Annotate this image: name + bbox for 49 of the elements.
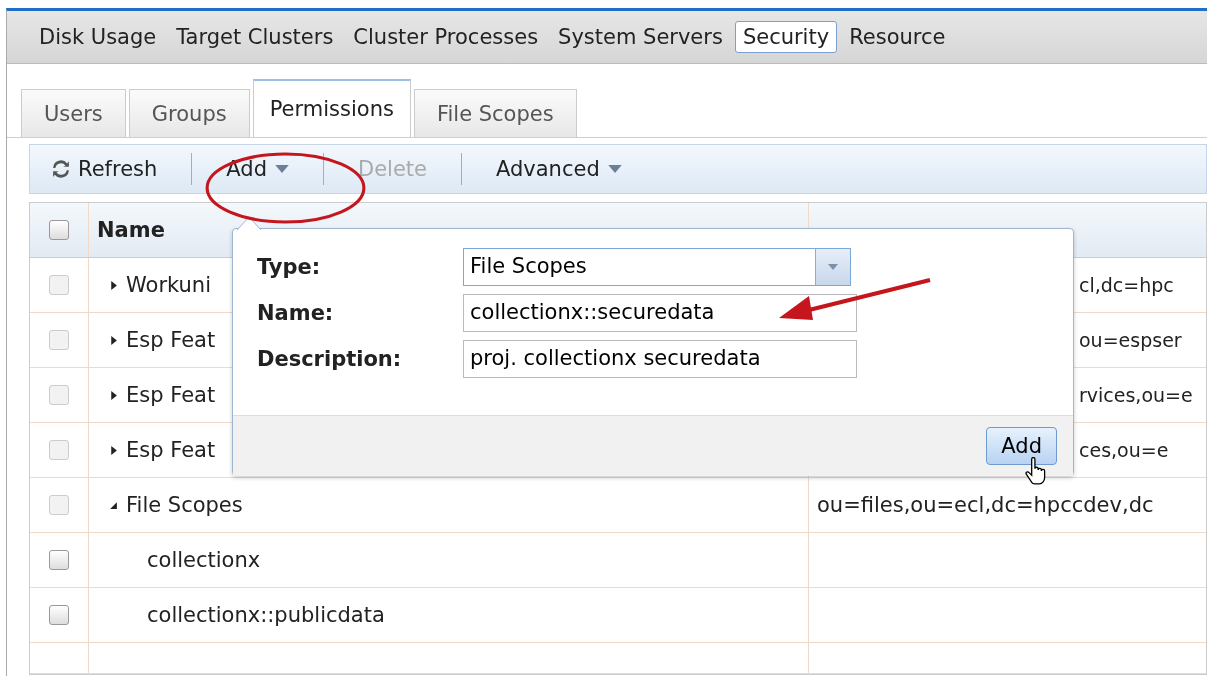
caret-icon: [607, 164, 622, 174]
field-label: Type:: [257, 255, 322, 279]
table-cell: collectionx: [147, 548, 261, 572]
row-checkbox[interactable]: [49, 330, 69, 350]
nav-tab[interactable]: Security: [734, 21, 838, 53]
expand-icon[interactable]: [109, 280, 118, 290]
expand-icon[interactable]: [109, 335, 118, 345]
nav-tab[interactable]: System Servers: [550, 21, 731, 53]
input-field[interactable]: collectionx::securedata: [463, 294, 857, 332]
row-checkbox[interactable]: [49, 550, 69, 570]
collapse-icon[interactable]: [109, 500, 118, 510]
tab[interactable]: Users: [21, 89, 126, 137]
type-select[interactable]: File Scopes: [463, 248, 851, 286]
dropdown-button[interactable]: Advanced: [484, 153, 634, 185]
select-all-checkbox[interactable]: [49, 220, 69, 240]
row-checkbox[interactable]: [49, 495, 69, 515]
input-field[interactable]: proj. collectionx securedata: [463, 340, 857, 378]
tab[interactable]: File Scopes: [413, 89, 577, 137]
caret-icon: [828, 264, 838, 270]
expand-icon[interactable]: [109, 445, 118, 455]
table-cell: File Scopes: [126, 493, 243, 517]
row-checkbox[interactable]: [49, 440, 69, 460]
row-checkbox[interactable]: [49, 385, 69, 405]
caret-icon: [275, 164, 289, 174]
refresh-icon: [52, 160, 70, 178]
nav-tab[interactable]: Cluster Processes: [345, 21, 547, 53]
tab[interactable]: Permissions: [252, 79, 411, 137]
table-cell: ou=files,ou=ecl,dc=hpccdev,dc: [817, 493, 1154, 517]
expand-icon[interactable]: [109, 390, 118, 400]
row-checkbox[interactable]: [49, 605, 69, 625]
table-cell: Esp Feat: [126, 383, 216, 407]
field-label: Name:: [257, 301, 335, 325]
hand-cursor-icon: [1025, 457, 1047, 485]
nav-tab[interactable]: Resource: [841, 21, 954, 53]
table-cell: Esp Feat: [126, 438, 216, 462]
toolbar-button[interactable]: Refresh: [40, 153, 170, 185]
tab[interactable]: Groups: [128, 89, 250, 137]
table-cell: ou=espser: [1079, 329, 1182, 351]
table-cell: collectionx::publicdata: [147, 603, 385, 627]
nav-tab[interactable]: Target Clusters: [168, 21, 342, 53]
add-button[interactable]: Add: [986, 427, 1057, 465]
nav-tab[interactable]: Disk Usage: [31, 21, 165, 53]
table-cell: Workuni: [126, 273, 211, 297]
table-cell: Esp Feat: [126, 328, 216, 352]
table-cell: ces,ou=e: [1079, 439, 1169, 461]
row-checkbox[interactable]: [49, 275, 69, 295]
field-label: Description:: [257, 347, 403, 371]
table-cell: cl,dc=hpc: [1079, 274, 1174, 296]
table-cell: rvices,ou=e: [1079, 384, 1193, 406]
